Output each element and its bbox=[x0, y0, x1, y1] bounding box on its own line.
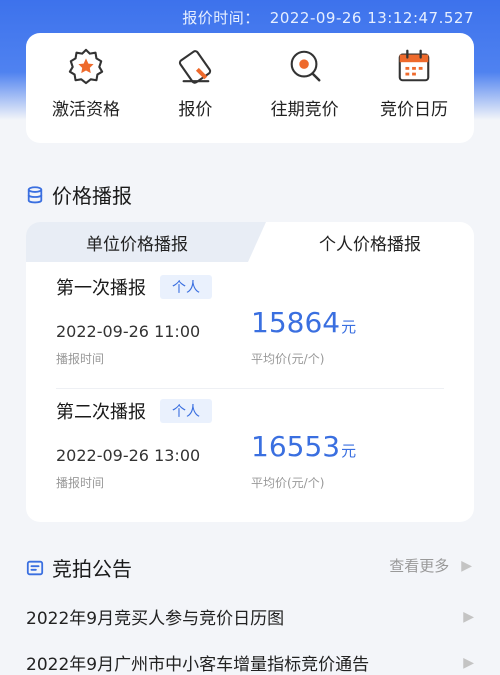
price-broadcast-card: 单位价格播报 个人价格播报 第一次播报 个人 2022-09-26 11:00 … bbox=[26, 222, 474, 522]
quick-link-calendar[interactable]: 竞价日历 bbox=[360, 33, 468, 143]
quick-link-activate[interactable]: 激活资格 bbox=[32, 33, 140, 143]
chevron-right-icon: ▶ bbox=[463, 608, 474, 625]
record-time-label: 播报时间 bbox=[56, 476, 105, 490]
database-icon bbox=[27, 185, 43, 203]
quick-link-label: 激活资格 bbox=[52, 100, 120, 120]
record-time-label: 播报时间 bbox=[56, 352, 105, 366]
record-tag: 个人 bbox=[160, 275, 212, 299]
price-unit: 元 bbox=[341, 442, 357, 460]
timestamp-value: 2022-09-26 13:12:47.527 bbox=[269, 9, 474, 27]
record-title-row: 第二次播报 个人 bbox=[56, 398, 446, 424]
view-more-link[interactable]: 查看更多 ▶ bbox=[389, 555, 472, 576]
quick-link-history[interactable]: 往期竞价 bbox=[251, 33, 359, 143]
record-average-price: 15864元 bbox=[251, 306, 356, 339]
notice-item[interactable]: 2022年9月竞买人参与竞价日历图 ▶ bbox=[26, 604, 474, 630]
quick-link-quote[interactable]: 报价 bbox=[141, 33, 249, 143]
record-price-label: 平均价(元/个) bbox=[251, 476, 325, 490]
notice-item[interactable]: 2022年9月广州市中小客车增量指标竞价通告 ▶ bbox=[26, 650, 474, 675]
record-tag: 个人 bbox=[160, 399, 212, 423]
price-value: 15864 bbox=[251, 306, 341, 339]
quick-link-label: 往期竞价 bbox=[270, 100, 339, 120]
quick-link-label: 竞价日历 bbox=[379, 100, 448, 120]
price-tabs: 单位价格播报 个人价格播报 bbox=[26, 222, 474, 262]
section-title-text: 竞拍公告 bbox=[52, 557, 132, 581]
record-time: 2022-09-26 11:00 bbox=[56, 322, 201, 341]
quote-timestamp: 报价时间： 2022-09-26 13:12:47.527 bbox=[182, 7, 474, 28]
chevron-right-icon: ▶ bbox=[463, 654, 474, 671]
quick-link-label: 报价 bbox=[178, 100, 213, 120]
record-title-row: 第一次播报 个人 bbox=[56, 274, 446, 300]
notice-section-title: 竞拍公告 bbox=[26, 553, 132, 582]
calendar-icon bbox=[398, 49, 430, 82]
price-section-title: 价格播报 bbox=[26, 180, 132, 209]
broadcast-record-1: 第一次播报 个人 2022-09-26 11:00 播报时间 15864元 平均… bbox=[56, 274, 446, 366]
search-history-icon bbox=[290, 50, 321, 82]
price-value: 16553 bbox=[251, 430, 341, 463]
record-divider bbox=[56, 388, 444, 389]
notice-icon bbox=[26, 560, 44, 575]
price-unit: 元 bbox=[341, 318, 357, 336]
section-title-text: 价格播报 bbox=[52, 184, 132, 208]
record-title: 第二次播报 bbox=[56, 402, 146, 423]
record-time: 2022-09-26 13:00 bbox=[56, 446, 201, 465]
view-more-label: 查看更多 bbox=[389, 557, 450, 575]
timestamp-label: 报价时间： bbox=[182, 9, 260, 27]
record-average-price: 16553元 bbox=[251, 430, 356, 463]
broadcast-record-2: 第二次播报 个人 2022-09-26 13:00 播报时间 16553元 平均… bbox=[56, 398, 446, 490]
quick-links-card: 激活资格 报价 往期竞价 竞价日历 bbox=[26, 33, 474, 143]
record-price-label: 平均价(元/个) bbox=[251, 352, 325, 366]
notice-title: 2022年9月竞买人参与竞价日历图 bbox=[26, 609, 285, 629]
tab-unit-price[interactable]: 单位价格播报 bbox=[26, 222, 266, 262]
chevron-right-icon: ▶ bbox=[461, 557, 472, 574]
badge-star-icon bbox=[68, 48, 104, 85]
tab-personal-price[interactable]: 个人价格播报 bbox=[266, 222, 474, 262]
record-title: 第一次播报 bbox=[56, 278, 146, 299]
notice-title: 2022年9月广州市中小客车增量指标竞价通告 bbox=[26, 655, 370, 675]
pen-edit-icon bbox=[179, 50, 212, 84]
